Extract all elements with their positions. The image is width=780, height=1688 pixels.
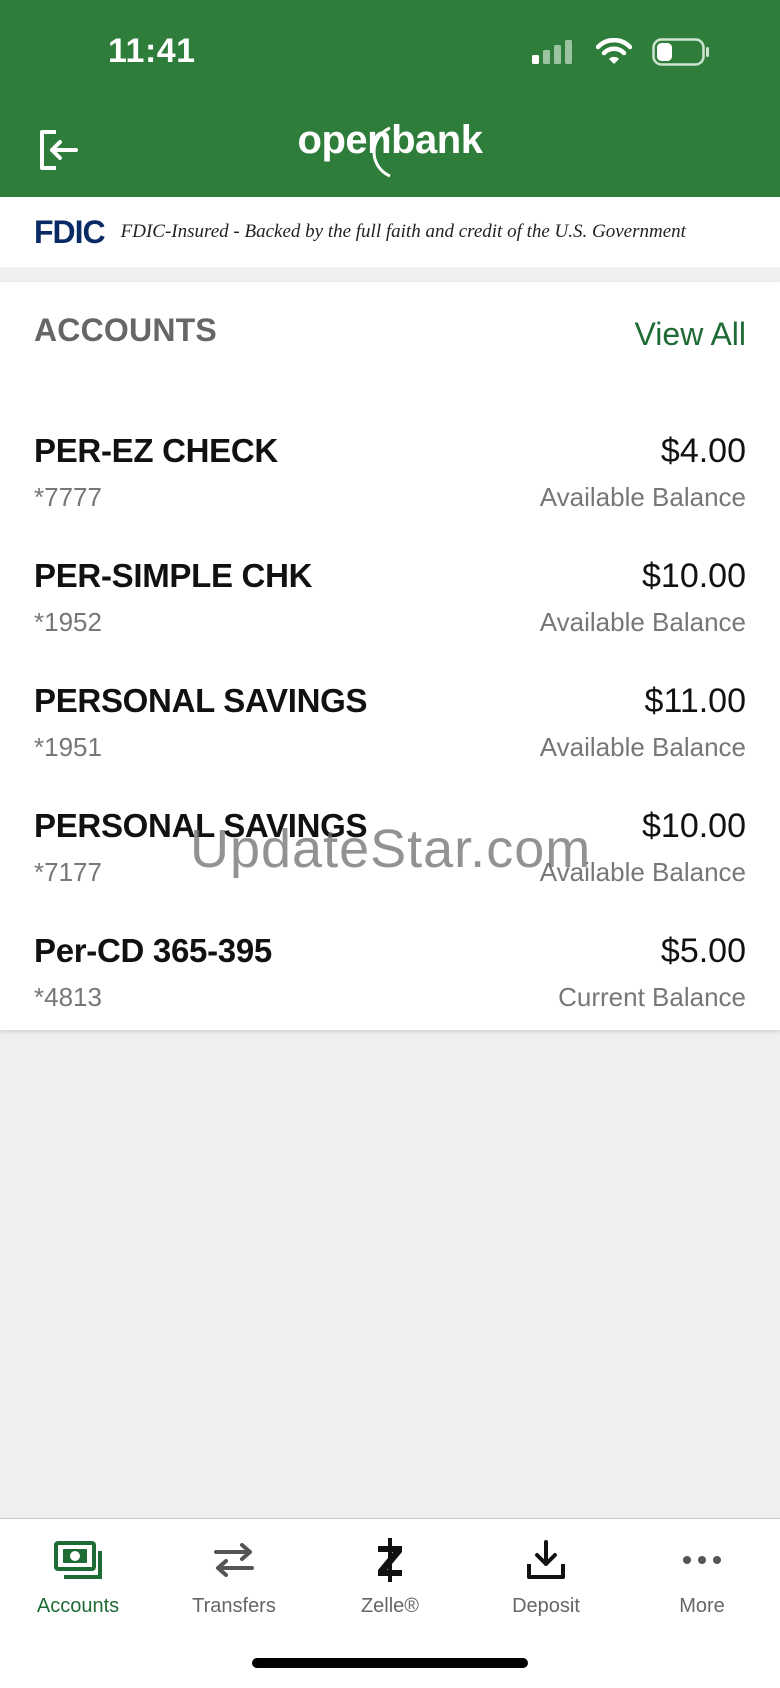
account-name: PERSONAL SAVINGS: [34, 682, 368, 719]
tab-accounts[interactable]: Accounts: [0, 1535, 156, 1618]
account-name: PER-SIMPLE CHK: [34, 557, 313, 594]
balance-label: Current Balance: [558, 982, 746, 1012]
tab-transfers[interactable]: Transfers: [156, 1535, 312, 1618]
zelle-icon: [378, 1538, 402, 1582]
account-row[interactable]: PER-SIMPLE CHK *1952 $10.00 Available Ba…: [0, 557, 780, 667]
account-name: Per-CD 365-395: [34, 932, 272, 969]
watermark: UpdateStar.com: [190, 819, 592, 879]
tab-label: Deposit: [512, 1595, 580, 1617]
transfers-icon: [214, 1543, 254, 1577]
brand-swoosh-icon: [372, 126, 391, 178]
brand-logo: openbank: [0, 118, 780, 178]
tab-more[interactable]: More: [624, 1535, 780, 1618]
cellular-signal-icon: [532, 40, 572, 64]
more-icon: [683, 1556, 721, 1564]
wifi-icon: [596, 38, 632, 64]
home-indicator: [252, 1658, 528, 1668]
accounts-title: ACCOUNTS: [34, 312, 217, 348]
accounts-card: ACCOUNTS View All PER-EZ CHECK *7777 $4.…: [0, 282, 780, 1030]
account-number: *4813: [34, 982, 102, 1012]
accounts-icon: [54, 1541, 102, 1579]
status-icons: [530, 38, 710, 66]
app-header: 11:41 openbank: [0, 0, 780, 197]
account-row[interactable]: Per-CD 365-395 *4813 $5.00 Current Balan…: [0, 932, 780, 1042]
fdic-logo: FDIC: [34, 213, 106, 250]
account-number: *7177: [34, 857, 102, 887]
fdic-banner: FDIC FDIC-Insured - Backed by the full f…: [0, 197, 780, 267]
battery-icon: [652, 38, 709, 66]
view-all-link[interactable]: View All: [635, 316, 746, 353]
account-balance: $4.00: [660, 432, 746, 470]
tab-label: Accounts: [36, 1595, 120, 1617]
balance-label: Available Balance: [539, 607, 746, 637]
account-row[interactable]: PERSONAL SAVINGS *1951 $11.00 Available …: [0, 682, 780, 792]
tab-label: More: [679, 1595, 725, 1617]
fdic-text: FDIC-Insured - Backed by the full faith …: [120, 221, 686, 242]
account-number: *1952: [34, 607, 102, 637]
balance-label: Available Balance: [539, 732, 746, 762]
account-balance: $10.00: [642, 557, 746, 595]
account-balance: $5.00: [660, 932, 746, 970]
balance-label: Available Balance: [539, 482, 746, 512]
account-name: PER-EZ CHECK: [34, 432, 278, 469]
status-time: 11:41: [108, 32, 196, 70]
account-number: *1951: [34, 732, 102, 762]
tab-zelle[interactable]: Zelle®: [312, 1535, 468, 1618]
tab-label: Transfers: [192, 1595, 276, 1617]
account-balance: $10.00: [642, 807, 746, 845]
account-balance: $11.00: [644, 682, 746, 720]
tab-label: Zelle®: [360, 1595, 420, 1617]
tab-deposit[interactable]: Deposit: [468, 1535, 624, 1618]
account-number: *7777: [34, 482, 102, 512]
deposit-icon: [527, 1540, 565, 1579]
account-row[interactable]: PER-EZ CHECK *7777 $4.00 Available Balan…: [0, 432, 780, 542]
